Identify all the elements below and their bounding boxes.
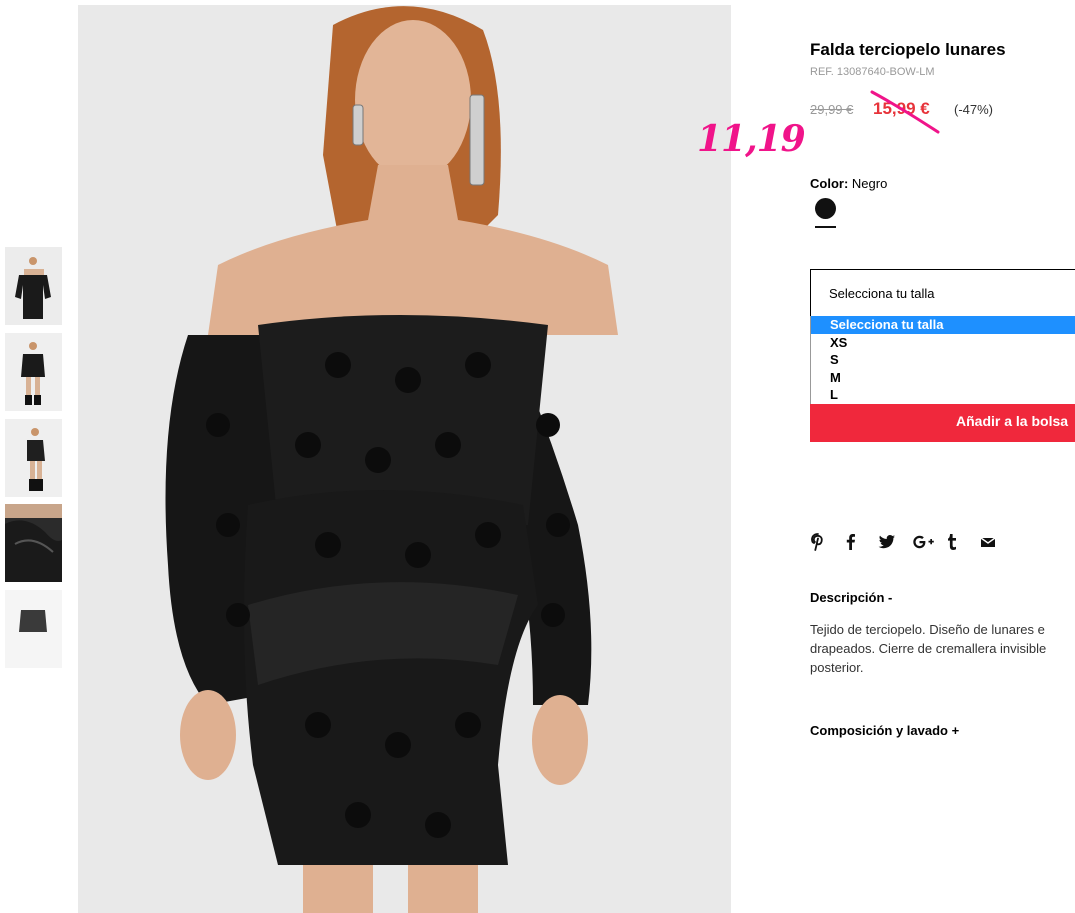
pinterest-icon[interactable] [810,530,844,554]
thumbnail-4-image [5,504,62,582]
color-label: Color: Negro [810,176,887,191]
description-heading[interactable]: Descripción - [810,590,892,605]
old-price: 29,99 € [810,102,854,117]
handwritten-price-annotation: 11,19 [697,118,806,160]
main-product-image [78,5,731,913]
thumbnail-5-image [5,590,62,668]
color-swatch-black[interactable] [815,198,836,219]
description-line: posterior. [810,660,864,675]
size-option-placeholder[interactable]: Selecciona tu talla [811,316,1075,334]
twitter-icon[interactable] [878,530,912,554]
sale-price: 15,99 € [873,99,930,118]
discount-badge: (-47%) [954,102,994,117]
selected-swatch-indicator [815,226,836,228]
description-line: Tejido de terciopelo. Diseño de lunares … [810,622,1045,637]
thumbnail-1-image [5,247,62,325]
size-option-s[interactable]: S [811,351,1075,369]
product-ref: REF. 13087640-BOW-LM [810,66,935,78]
size-option-l[interactable]: L [811,386,1075,404]
model-illustration [78,5,731,913]
composition-heading[interactable]: Composición y lavado + [810,723,959,738]
tumblr-icon[interactable] [946,530,980,554]
share-icons [810,530,1014,554]
thumbnail-2[interactable] [5,333,62,411]
facebook-icon[interactable] [844,530,878,554]
color-label-key: Color: [810,176,849,191]
size-option-xs[interactable]: XS [811,334,1075,352]
size-select[interactable]: Selecciona tu talla [810,269,1075,317]
size-dropdown-list: Selecciona tu talla XS S M L [810,316,1075,404]
size-option-m[interactable]: M [811,369,1075,387]
size-select-value: Selecciona tu talla [829,286,935,301]
thumbnail-1[interactable] [5,247,62,325]
thumbnail-4[interactable] [5,504,62,582]
color-value: Negro [851,176,888,191]
email-icon[interactable] [980,530,1014,554]
google-plus-icon[interactable] [912,530,946,554]
thumbnail-2-image [5,333,62,411]
product-title: Falda terciopelo lunares [810,40,1006,59]
description-text: Tejido de terciopelo. Diseño de lunares … [810,620,1075,677]
thumbnail-3-image [5,419,62,497]
description-line: drapeados. Cierre de cremallera invisibl… [810,641,1047,656]
add-to-bag-button[interactable]: Añadir a la bolsa [810,404,1075,442]
thumbnail-5[interactable] [5,590,62,668]
thumbnail-3[interactable] [5,419,62,497]
